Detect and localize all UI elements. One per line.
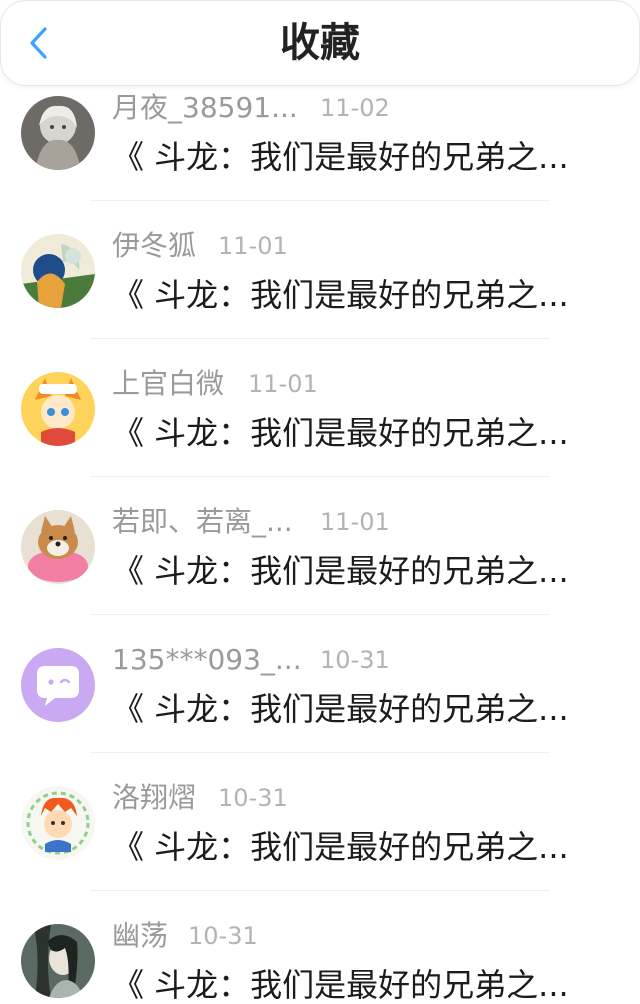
divider [90,200,550,201]
list-item[interactable]: 上官白微 11-01 《 斗龙：我们是最好的兄弟之... [0,360,640,498]
date-label: 10-31 [218,784,288,812]
list-item[interactable]: 洛翔熠 10-31 《 斗龙：我们是最好的兄弟之... [0,774,640,912]
favorites-list: 月夜_38591... 11-02 《 斗龙：我们是最好的兄弟之... 伊冬狐 [0,84,640,1004]
avatar[interactable] [21,372,95,446]
avatar[interactable] [21,510,95,584]
username[interactable]: 若即、若离_... [112,503,293,541]
favorite-title[interactable]: 《 斗龙：我们是最好的兄弟之... [112,410,569,456]
list-item[interactable]: 若即、若离_... 11-01 《 斗龙：我们是最好的兄弟之... [0,498,640,636]
divider [90,338,550,339]
favorite-title[interactable]: 《 斗龙：我们是最好的兄弟之... [112,548,569,594]
divider [90,614,550,615]
favorite-title[interactable]: 《 斗龙：我们是最好的兄弟之... [112,272,569,318]
list-item[interactable]: 135***093_... 10-31 《 斗龙：我们是最好的兄弟之... [0,636,640,774]
username[interactable]: 幽荡 [112,917,168,955]
page-title: 收藏 [280,20,360,66]
top-bar: 收藏 [0,0,640,86]
date-label: 11-01 [320,508,390,536]
username[interactable]: 135***093_... [112,641,302,679]
username[interactable]: 上官白微 [112,365,224,403]
avatar[interactable] [21,96,95,170]
username[interactable]: 伊冬狐 [112,227,196,265]
favorite-title[interactable]: 《 斗龙：我们是最好的兄弟之... [112,686,569,732]
favorites-page: 收藏 月夜_38591... 11-02 《 斗龙：我们是最好的兄弟之... 伊… [0,0,640,1004]
username[interactable]: 月夜_38591... [112,89,298,127]
avatar[interactable] [21,786,95,860]
favorite-title[interactable]: 《 斗龙：我们是最好的兄弟之... [112,962,569,1004]
avatar[interactable] [21,924,95,998]
divider [90,752,550,753]
date-label: 11-01 [218,232,288,260]
date-label: 10-31 [188,922,258,950]
username[interactable]: 洛翔熠 [112,779,196,817]
divider [90,476,550,477]
list-item[interactable]: 伊冬狐 11-01 《 斗龙：我们是最好的兄弟之... [0,222,640,360]
avatar[interactable] [21,234,95,308]
divider [90,890,550,891]
list-item[interactable]: 月夜_38591... 11-02 《 斗龙：我们是最好的兄弟之... [0,84,640,222]
date-label: 11-02 [320,94,390,122]
favorite-title[interactable]: 《 斗龙：我们是最好的兄弟之... [112,134,569,180]
favorite-title[interactable]: 《 斗龙：我们是最好的兄弟之... [112,824,569,870]
date-label: 11-01 [248,370,318,398]
list-item[interactable]: 幽荡 10-31 《 斗龙：我们是最好的兄弟之... [0,912,640,1004]
date-label: 10-31 [320,646,390,674]
avatar[interactable] [21,648,95,722]
